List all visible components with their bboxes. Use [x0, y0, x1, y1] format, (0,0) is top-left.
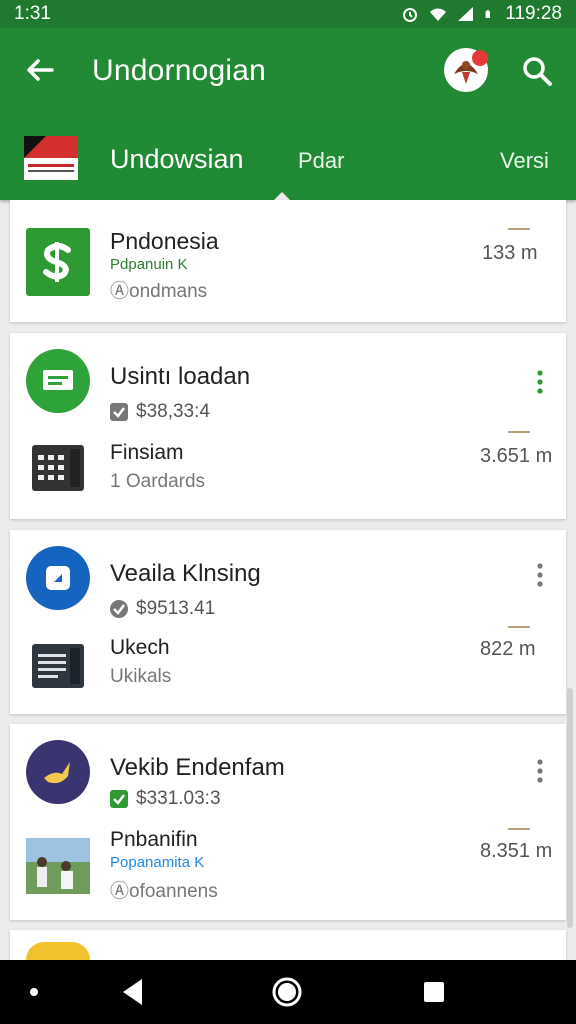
tab-bar: Undowsian Pdar Versi [0, 116, 576, 200]
alarm-icon [403, 8, 418, 22]
card-distance: 133 m [482, 242, 538, 264]
recents-nav-icon[interactable] [422, 980, 446, 1004]
divider-mark [508, 626, 530, 628]
card-price: $9513.41 [136, 598, 216, 619]
item-detail: 1 Oardards [110, 471, 206, 492]
search-icon[interactable] [520, 54, 554, 88]
card-title: Veaila Klnsing [110, 560, 261, 587]
item-subtitle: Popanamita K [110, 854, 205, 871]
overflow-menu-icon[interactable] [528, 560, 552, 592]
list-card[interactable]: Vekib Endenfam $331.03:3 Pnbanifin Popan… [10, 724, 566, 920]
app-icon-blue [26, 546, 90, 610]
item-distance: 822 m [480, 638, 536, 660]
status-icons: 119:28 [401, 3, 562, 25]
verified-icon [110, 790, 128, 808]
app-title: Undornogian [92, 54, 266, 87]
bird-app-icon [26, 740, 90, 804]
tab-versi[interactable]: Versi [500, 148, 549, 174]
divider-mark [508, 828, 530, 830]
status-bar: 1:31 119:28 [0, 0, 576, 28]
item-title: Pnbanifin [110, 828, 198, 851]
tab-undowsian[interactable]: Undowsian [110, 144, 244, 175]
item-distance: 3.651 m [480, 445, 553, 467]
notification-dot [472, 50, 488, 66]
overflow-menu-icon[interactable] [528, 367, 552, 399]
card-subtitle: Pdpanuin K [110, 256, 188, 273]
tab-pdar[interactable]: Pdar [298, 148, 344, 174]
back-nav-icon[interactable] [118, 976, 148, 1008]
wifi-icon [430, 8, 447, 21]
back-arrow-icon[interactable] [22, 52, 58, 88]
overflow-menu-icon[interactable] [528, 756, 552, 788]
home-nav-icon[interactable] [270, 975, 304, 1009]
document-icon [32, 644, 84, 688]
app-bar: Undornogian [0, 28, 576, 116]
dot-icon [30, 988, 38, 996]
verified-icon [110, 600, 128, 618]
tab-indicator [274, 192, 290, 200]
card-title: Vekib Endenfam [110, 754, 285, 781]
list-card[interactable]: Usintı loadan $38,33:4 Finsiam 1 Oardard… [10, 333, 566, 519]
divider-mark [508, 431, 530, 433]
status-clock: 119:28 [505, 3, 562, 24]
flag-icon [24, 136, 78, 180]
battery-icon [485, 10, 491, 18]
item-title: Finsiam [110, 441, 184, 464]
card-title: Pndonesia [110, 228, 219, 254]
photo-thumbnail [26, 838, 90, 894]
card-title: Usintı loadan [110, 363, 251, 390]
divider-mark [508, 228, 530, 230]
list-card[interactable] [10, 930, 566, 960]
item-title: Ukech [110, 636, 170, 659]
calculator-icon [32, 445, 84, 491]
loan-app-icon [26, 349, 90, 413]
card-price: $331.03:3 [136, 788, 221, 809]
dollar-app-icon [26, 228, 90, 296]
item-detail: Ukikals [110, 666, 172, 687]
app-icon-yellow [26, 942, 90, 960]
scrollbar[interactable] [567, 688, 573, 928]
navigation-bar [0, 960, 576, 1024]
card-price: $38,33:4 [136, 401, 210, 422]
list-card[interactable]: Veaila Klnsing $9513.41 Ukech Ukikals 82… [10, 530, 566, 714]
card-detail: Ⓐondmans [110, 281, 208, 302]
status-time: 1:31 [14, 3, 51, 24]
item-distance: 8.351 m [480, 840, 553, 862]
list-card[interactable]: Pndonesia Pdpanuin K Ⓐondmans 133 m [10, 200, 566, 322]
verified-icon [110, 403, 128, 421]
item-detail: Ⓐofoannens [110, 881, 218, 902]
signal-icon [458, 7, 474, 21]
